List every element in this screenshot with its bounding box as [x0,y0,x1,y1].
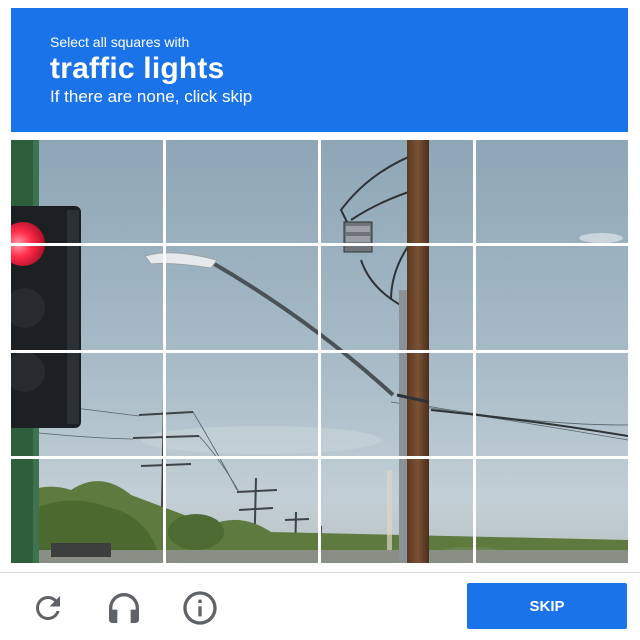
grid-tile[interactable] [11,459,163,563]
skip-button[interactable]: SKIP [467,583,627,629]
info-icon [183,591,217,625]
grid-tile[interactable] [166,246,318,350]
grid-tile[interactable] [476,459,628,563]
footer-divider [0,572,640,573]
grid-tile[interactable] [476,140,628,243]
target-object-text: traffic lights [50,52,225,85]
grid-tile[interactable] [321,140,473,243]
grid-tile[interactable] [11,353,163,456]
image-grid [11,140,628,563]
grid-tile[interactable] [321,459,473,563]
grid-tile[interactable] [166,353,318,456]
audio-challenge-button[interactable] [104,588,144,628]
grid-tile[interactable] [476,353,628,456]
tile-grid [11,140,628,563]
grid-tile[interactable] [166,459,318,563]
skip-hint-text: If there are none, click skip [50,87,253,106]
grid-tile[interactable] [476,246,628,350]
grid-tile[interactable] [321,353,473,456]
grid-tile[interactable] [11,140,163,243]
challenge-header: Select all squares with traffic lights I… [11,8,628,132]
headphones-icon [109,593,139,623]
grid-tile[interactable] [166,140,318,243]
reload-icon [35,596,60,620]
grid-tile[interactable] [11,246,163,350]
instruction-text: Select all squares with [50,34,190,50]
help-info-button[interactable] [180,588,220,628]
reload-button[interactable] [28,588,68,628]
grid-tile[interactable] [321,246,473,350]
